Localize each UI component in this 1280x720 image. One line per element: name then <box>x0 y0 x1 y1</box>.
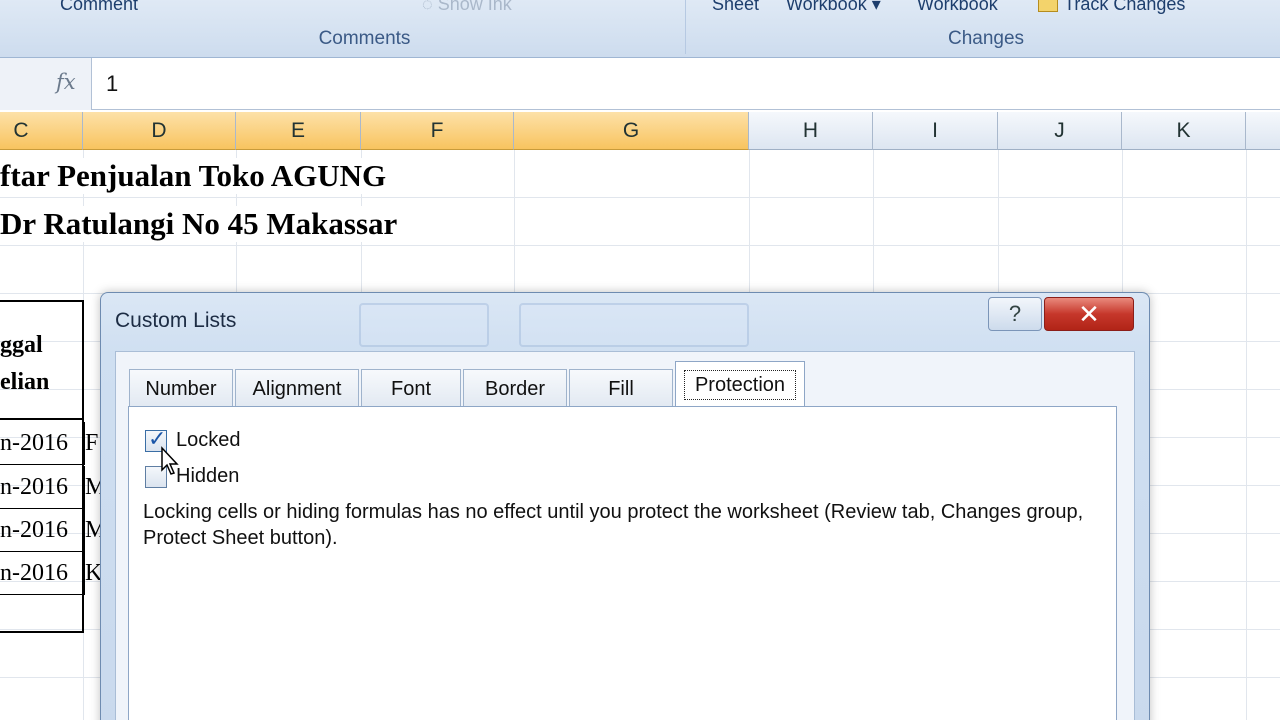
column-header-g[interactable]: G <box>514 112 749 150</box>
ink-icon: ◌ <box>422 0 438 14</box>
table-row[interactable] <box>0 595 82 638</box>
comments-group-title: Comments <box>318 28 411 49</box>
share-workbook-button[interactable]: Workbook <box>917 0 998 15</box>
column-header-h[interactable]: H <box>749 112 873 150</box>
hidden-label: Hidden <box>176 465 240 487</box>
name-box-area[interactable] <box>0 58 92 110</box>
table-cell[interactable]: K <box>84 552 100 595</box>
table-row[interactable]: n-2016 <box>0 466 82 509</box>
column-header-f[interactable]: F <box>361 112 514 150</box>
column-header-l[interactable] <box>1246 112 1280 150</box>
tab-number[interactable]: Number <box>129 369 233 407</box>
background-ghost <box>359 303 489 347</box>
show-ink-button[interactable]: ◌ Show Ink <box>422 0 512 15</box>
table-row[interactable]: n-2016 <box>0 509 82 552</box>
locked-label: Locked <box>176 429 241 451</box>
tab-protection-label: Protection <box>683 370 797 400</box>
comments-group: Comment ◌ Show Ink Comments <box>44 0 686 54</box>
mouse-cursor-icon <box>161 446 179 475</box>
formula-bar: fx 1 <box>0 58 1280 110</box>
sheet-title-line2[interactable]: Dr Ratulangi No 45 Makassar <box>0 206 398 242</box>
tab-protection[interactable]: Protection <box>675 361 805 407</box>
comment-button[interactable]: Comment <box>60 0 138 15</box>
close-button[interactable]: ✕ <box>1044 297 1134 331</box>
formula-input[interactable]: 1 <box>106 71 118 97</box>
sheet-title-line1[interactable]: ftar Penjualan Toko AGUNG <box>0 158 387 194</box>
track-changes-icon <box>1038 0 1058 12</box>
table-row[interactable]: n-2016 <box>0 552 82 595</box>
dropdown-arrow-icon: ▾ <box>866 0 881 14</box>
format-cells-dialog: Custom Lists ? ✕ Number Alignment Font B… <box>100 292 1150 720</box>
table-cell[interactable]: M <box>84 509 100 552</box>
tab-font[interactable]: Font <box>361 369 461 407</box>
protect-sheet-button[interactable]: Sheet <box>712 0 759 15</box>
table-cell[interactable]: F <box>84 422 100 465</box>
table-row[interactable]: n-2016 <box>0 422 82 465</box>
background-ghost <box>519 303 749 347</box>
insert-function-icon[interactable]: fx <box>56 70 76 94</box>
dialog-title: Custom Lists <box>115 309 237 332</box>
column-header-k[interactable]: K <box>1122 112 1246 150</box>
changes-group-title: Changes <box>947 28 1025 49</box>
column-header-e[interactable]: E <box>236 112 361 150</box>
header-text-line1: ggal <box>0 332 43 358</box>
help-button[interactable]: ? <box>988 297 1042 331</box>
header-text-line2: elian <box>0 369 50 395</box>
tab-fill[interactable]: Fill <box>569 369 673 407</box>
ribbon: Comment ◌ Show Ink Comments Sheet Workbo… <box>0 0 1280 58</box>
table-cell[interactable]: M <box>84 466 100 509</box>
tab-border[interactable]: Border <box>463 369 567 407</box>
track-changes-button[interactable]: Track Changes <box>1038 0 1185 15</box>
changes-group: Sheet Workbook ▾ Workbook Track Changes … <box>692 0 1280 54</box>
column-header-d[interactable]: D <box>83 112 236 150</box>
column-header-j[interactable]: J <box>998 112 1122 150</box>
protect-workbook-label: Workbook <box>786 0 867 14</box>
data-table: ggal elian n-2016 n-2016 n-2016 n-2016 F… <box>0 300 100 633</box>
grid-line <box>1246 150 1247 720</box>
protection-panel: ✓ Locked Hidden Locking cells or hiding … <box>128 406 1117 720</box>
column-header-c[interactable]: C <box>0 112 83 150</box>
show-ink-label: Show Ink <box>437 0 512 14</box>
track-changes-label: Track Changes <box>1064 0 1186 14</box>
protect-workbook-button[interactable]: Workbook ▾ <box>786 0 881 15</box>
protection-note: Locking cells or hiding formulas has no … <box>143 501 1084 549</box>
tab-alignment[interactable]: Alignment <box>235 369 359 407</box>
column-header-i[interactable]: I <box>873 112 998 150</box>
table-header-cell[interactable]: ggal elian <box>0 302 82 420</box>
